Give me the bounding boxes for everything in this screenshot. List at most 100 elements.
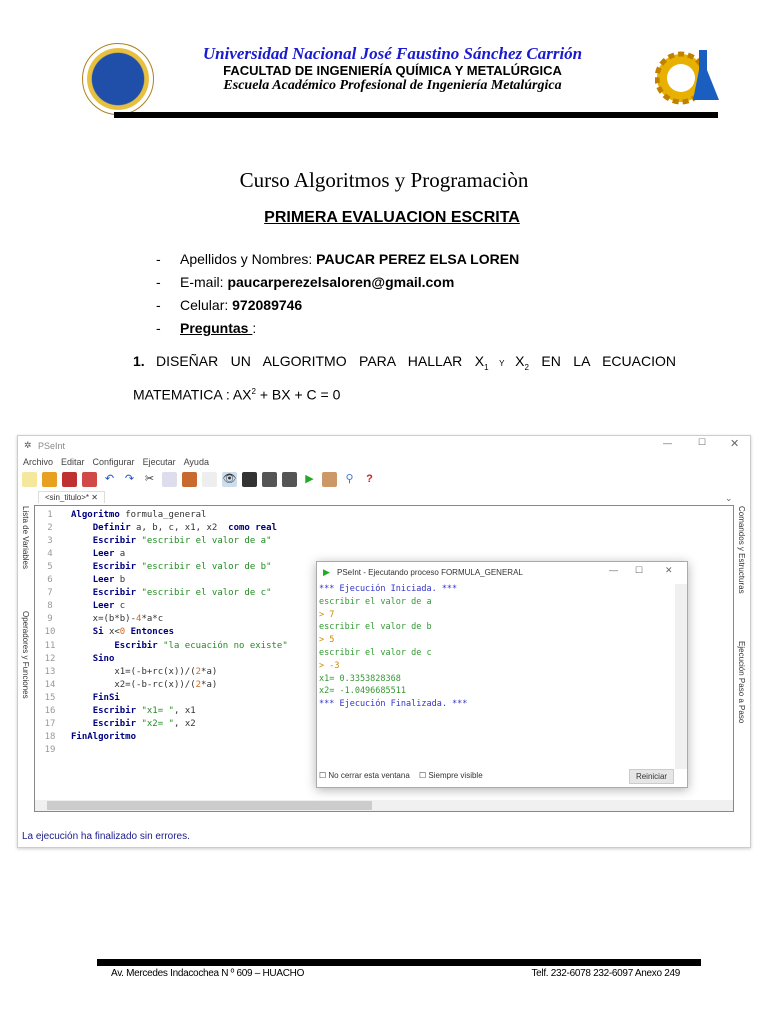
course-title: Curso Algoritmos y Programaciòn [239,168,529,192]
always-visible-checkbox[interactable]: ☐ Siempre visible [419,771,483,780]
q-text: DISEÑAR UN ALGORITMO PARA HALLAR X [156,353,485,369]
maximize-button[interactable]: ☐ [635,565,643,576]
line-number: 16 [44,705,56,716]
faculty-gear-logo [655,50,719,105]
code-line[interactable]: Leer c [71,601,126,612]
no-close-checkbox[interactable]: ☐ No cerrar esta ventana [319,771,410,780]
code-line[interactable]: Leer a [71,549,126,560]
code-line[interactable]: Definir a, b, c, x1, x2 como real [71,523,277,533]
code-token: Escribir [92,562,137,573]
tab-sin-titulo[interactable]: <sin_titulo>* ✕ [38,491,105,503]
toolbar: ↶ ↷ ✂ 👁 ▶ ⚲ ? [22,469,377,489]
code-token: Leer [92,601,115,612]
maximize-button[interactable]: ☐ [698,437,706,448]
code-line[interactable]: Algoritmo formula_general [71,510,206,520]
menu-archivo[interactable]: Archivo [23,457,53,467]
cut-icon[interactable]: ✂ [142,472,157,487]
code-line[interactable]: Escribir "escribir el valor de b" [71,562,272,572]
close-tab-icon[interactable]: ✕ [91,493,98,502]
minimize-button[interactable]: — [663,438,672,448]
info-name: - Apellidos y Nombres: PAUCAR PEREZ ELSA … [156,251,519,267]
bullet: - [156,274,161,290]
code-token: Entonces [125,627,174,638]
code-token: "x1= " [136,705,174,716]
left-panel-operators[interactable]: Operadores y Funciones [21,611,30,699]
footer-address: Av. Mercedes Indacochea N º 609 – HUACHO [111,968,305,979]
vertical-scrollbar[interactable] [675,584,687,769]
menu-ayuda[interactable]: Ayuda [184,457,209,467]
line-number: 3 [47,536,53,547]
help-icon[interactable]: ? [362,472,377,487]
code-token: , x2 [173,718,196,729]
university-seal-logo [82,43,154,115]
code-line[interactable]: FinAlgoritmo [71,732,136,742]
code-token: x2=(-b-rc(x))/( [71,679,196,690]
redo-icon[interactable]: ↷ [122,472,137,487]
comment-icon[interactable]: 👁 [222,471,237,487]
right-panel-step[interactable]: Ejecución Paso a Paso [737,641,746,723]
code-line[interactable]: Leer b [71,575,126,586]
q-y: Y [488,359,516,368]
code-line[interactable]: Sino [71,654,115,664]
console-line: escribir el valor de c [319,648,432,658]
indent-icon[interactable] [202,471,217,487]
find-previous-icon[interactable] [262,471,277,487]
undo-icon[interactable]: ↶ [102,472,117,487]
scrollbar-thumb[interactable] [47,801,372,810]
paste-icon[interactable] [182,471,197,487]
new-file-icon[interactable] [22,471,37,487]
run-icon[interactable]: ▶ [302,472,317,487]
copy-icon[interactable] [162,471,177,487]
open-folder-icon[interactable] [42,471,57,487]
find-next-icon[interactable] [282,471,297,487]
right-panel-commands[interactable]: Comandos y Estructuras [737,506,746,594]
close-button[interactable]: ✕ [730,437,739,450]
save-as-icon[interactable] [82,471,97,487]
code-line[interactable]: FinSi [71,693,120,703]
status-message: La ejecución ha finalizado sin errores. [22,831,190,842]
line-number: 7 [47,588,53,599]
menu-configurar[interactable]: Configurar [93,457,135,467]
line-number: 5 [47,562,53,573]
code-line[interactable]: x2=(-b-rc(x))/(2*a) [71,680,217,690]
menu-ejecutar[interactable]: Ejecutar [143,457,176,467]
search-icon[interactable] [242,471,257,487]
code-line[interactable]: Si x<0 Entonces [71,627,174,637]
code-token: Leer [92,549,115,560]
code-token: c [114,601,126,612]
code-line[interactable]: Escribir "la ecuación no existe" [71,641,287,651]
q-text: + BX + C = 0 [255,386,341,403]
code-line[interactable]: Escribir "x1= ", x1 [71,706,196,716]
panel-label: Operadores y Funciones [21,611,30,699]
info-email: - E-mail: paucarperezelsaloren@gmail.com [156,274,454,290]
horizontal-scrollbar[interactable] [35,800,733,811]
code-line[interactable]: Escribir "escribir el valor de c" [71,588,272,598]
tab-dropdown-icon[interactable]: ⌄ [725,493,733,504]
school-name: Escuela Académico Profesional de Ingenie… [223,78,562,93]
code-token: Escribir [92,588,137,599]
save-icon[interactable] [62,471,77,487]
panel-label: Ejecución Paso a Paso [737,641,746,724]
code-line[interactable]: Escribir "x2= ", x2 [71,719,196,729]
code-line[interactable]: x=(b*b)-4*a*c [71,614,163,624]
checkbox-label: No cerrar esta ventana [328,771,410,780]
flowchart-icon[interactable]: ⚲ [342,472,357,487]
line-number: 8 [47,601,53,612]
console-line: escribir el valor de a [319,596,432,607]
menu-editar[interactable]: Editar [61,457,85,467]
code-token: Leer [92,575,115,586]
code-line[interactable]: x1=(-b+rc(x))/(2*a) [71,667,217,677]
question-number: 1. [133,353,145,369]
minimize-button[interactable]: — [609,565,618,575]
close-button[interactable]: ✕ [665,565,673,576]
code-token: FinAlgoritmo [71,731,137,742]
restart-button[interactable]: Reiniciar [629,769,674,784]
step-by-step-icon[interactable] [322,471,337,487]
left-panel-variables[interactable]: Lista de Variables [21,506,30,569]
code-line[interactable]: Escribir "escribir el valor de a" [71,536,272,546]
